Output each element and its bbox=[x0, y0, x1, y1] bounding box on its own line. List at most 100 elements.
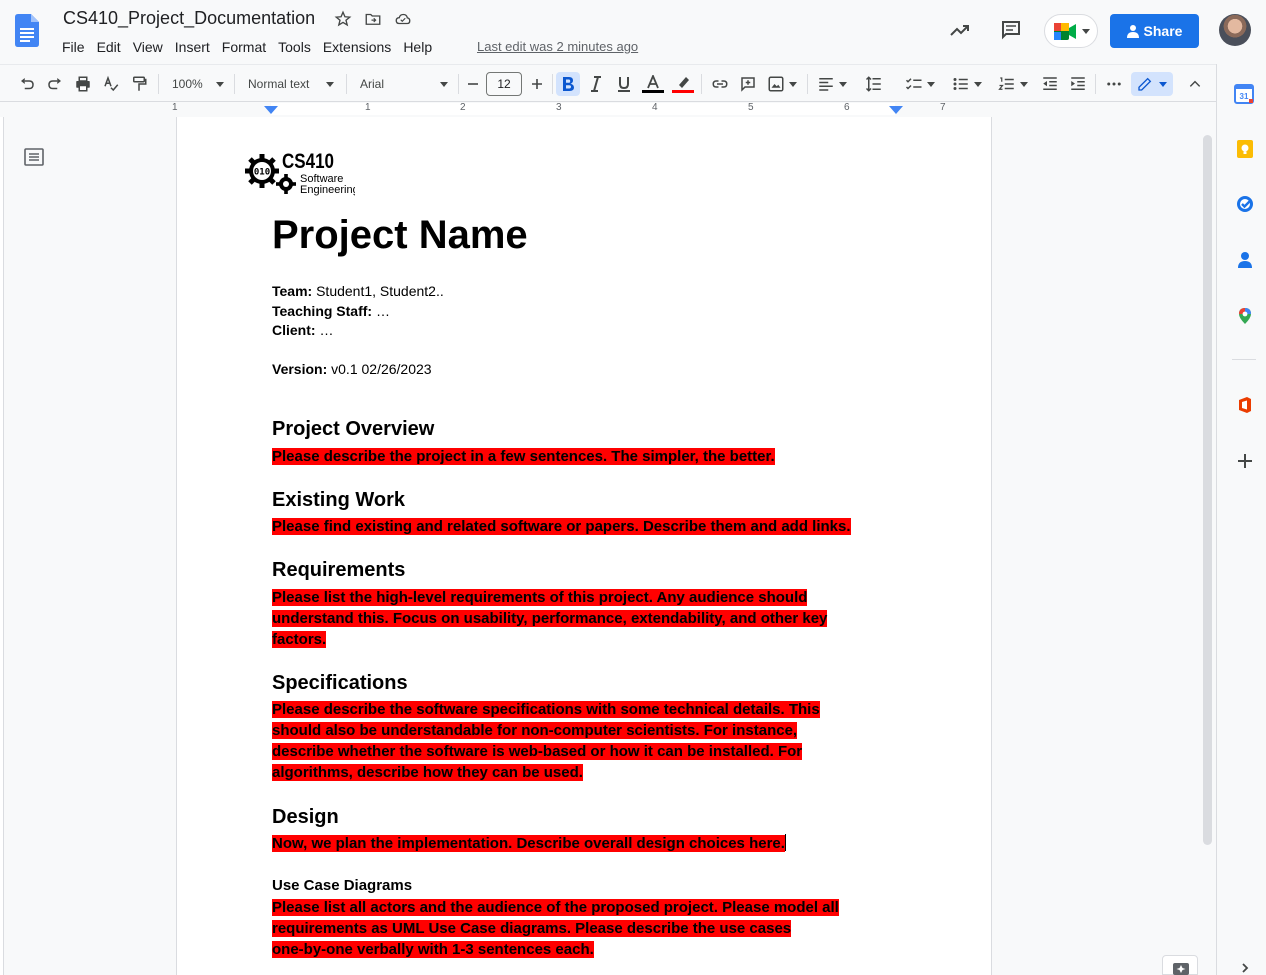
font-size-input[interactable]: 12 bbox=[486, 72, 522, 96]
highlight-color-button[interactable] bbox=[671, 72, 695, 96]
menu-extensions[interactable]: Extensions bbox=[317, 37, 397, 57]
text-color-icon bbox=[647, 75, 659, 89]
last-edit-link[interactable]: Last edit was 2 minutes ago bbox=[477, 39, 638, 54]
keep-icon[interactable] bbox=[1236, 140, 1254, 158]
vertical-ruler bbox=[0, 117, 4, 975]
explore-button[interactable] bbox=[1162, 955, 1198, 975]
checklist-button[interactable] bbox=[901, 72, 939, 96]
cs410-logo: 010 CS410 Software Engineering bbox=[245, 146, 359, 203]
menu-edit[interactable]: Edit bbox=[91, 37, 127, 57]
increase-indent-icon[interactable] bbox=[1067, 72, 1089, 96]
right-indent-marker-icon[interactable] bbox=[889, 106, 903, 116]
office-addon-icon[interactable] bbox=[1236, 396, 1254, 414]
bold-button[interactable] bbox=[556, 72, 580, 96]
left-indent-marker-icon[interactable] bbox=[264, 106, 278, 116]
bulleted-list-button[interactable] bbox=[948, 72, 986, 96]
menu-file[interactable]: File bbox=[56, 37, 91, 57]
comments-icon[interactable] bbox=[999, 18, 1023, 42]
star-icon[interactable] bbox=[334, 10, 352, 28]
use-case-heading: Use Case Diagrams bbox=[272, 877, 413, 894]
team-label: Team: bbox=[272, 283, 313, 299]
design-heading: Design bbox=[272, 806, 339, 828]
requirements-heading: Requirements bbox=[272, 559, 406, 581]
plus-icon bbox=[532, 79, 542, 89]
paint-format-icon[interactable] bbox=[128, 72, 150, 96]
gear-icon: 010 CS410 Software Engineering bbox=[245, 150, 359, 196]
svg-text:010: 010 bbox=[254, 168, 270, 178]
align-button[interactable] bbox=[815, 72, 849, 96]
ruler-label: 3 bbox=[556, 102, 562, 113]
collapse-menus-icon[interactable] bbox=[1184, 72, 1206, 96]
meet-button[interactable] bbox=[1044, 14, 1098, 48]
undo-icon[interactable] bbox=[16, 72, 38, 96]
chevron-down-icon bbox=[974, 81, 982, 87]
style-select[interactable]: Normal text bbox=[242, 72, 340, 96]
chevron-right-icon[interactable] bbox=[1239, 962, 1251, 974]
print-icon[interactable] bbox=[72, 72, 94, 96]
spellcheck-icon[interactable] bbox=[100, 72, 122, 96]
chevron-down-icon bbox=[839, 81, 847, 87]
move-folder-icon[interactable] bbox=[364, 10, 382, 28]
underline-icon bbox=[618, 77, 630, 92]
ruler-label: 6 bbox=[844, 102, 850, 113]
account-avatar[interactable] bbox=[1219, 14, 1251, 46]
redo-icon[interactable] bbox=[44, 72, 66, 96]
team-line: Team: Student1, Student2.. bbox=[272, 283, 444, 299]
scrollbar-thumb[interactable] bbox=[1203, 135, 1212, 845]
numbered-list-button[interactable] bbox=[994, 72, 1032, 96]
explore-icon bbox=[1173, 963, 1189, 975]
minus-icon bbox=[468, 83, 478, 85]
insert-link-icon[interactable] bbox=[709, 72, 731, 96]
logo-title: CS410 bbox=[282, 150, 334, 173]
title-bar: CS410_Project_Documentation File Edit Vi… bbox=[0, 0, 1266, 64]
staff-line: Teaching Staff: … bbox=[272, 303, 390, 319]
menu-format[interactable]: Format bbox=[216, 37, 272, 57]
decrease-font-size-button[interactable] bbox=[462, 72, 484, 96]
image-icon bbox=[768, 76, 784, 92]
docs-logo-icon[interactable] bbox=[15, 14, 39, 47]
decrease-indent-icon[interactable] bbox=[1039, 72, 1061, 96]
staff-value: … bbox=[372, 303, 390, 319]
existing-text: Please find existing and related softwar… bbox=[272, 518, 851, 535]
zoom-select[interactable]: 100% bbox=[166, 72, 230, 96]
contacts-icon[interactable] bbox=[1236, 251, 1254, 269]
menu-insert[interactable]: Insert bbox=[169, 37, 216, 57]
checklist-icon bbox=[905, 78, 922, 90]
ruler-label: 5 bbox=[748, 102, 754, 113]
text-color-button[interactable] bbox=[641, 72, 665, 96]
menu-view[interactable]: View bbox=[127, 37, 169, 57]
share-button[interactable]: Share bbox=[1110, 14, 1199, 48]
ruler-label: 1 bbox=[365, 102, 371, 113]
cloud-saved-icon[interactable] bbox=[394, 10, 412, 28]
version-line: Version: v0.1 02/26/2023 bbox=[272, 361, 432, 377]
chevron-down-icon bbox=[326, 81, 334, 87]
italic-icon bbox=[591, 76, 601, 92]
calendar-icon[interactable]: 31 bbox=[1234, 84, 1254, 104]
editing-mode-button[interactable] bbox=[1131, 72, 1173, 96]
design-text[interactable]: Now, we plan the implementation. Describ… bbox=[272, 833, 786, 854]
activity-trend-icon[interactable] bbox=[948, 18, 972, 42]
more-options-icon[interactable] bbox=[1103, 72, 1125, 96]
client-value: … bbox=[315, 322, 334, 338]
chevron-down-icon bbox=[1082, 29, 1090, 34]
align-left-icon bbox=[819, 78, 833, 91]
add-comment-icon[interactable] bbox=[737, 72, 759, 96]
version-label: Version: bbox=[272, 361, 328, 377]
line-spacing-icon[interactable] bbox=[862, 72, 886, 96]
formatting-toolbar: 100% Normal text Arial 12 bbox=[0, 64, 1216, 102]
italic-button[interactable] bbox=[585, 72, 607, 96]
chevron-down-icon bbox=[440, 81, 448, 87]
document-title[interactable]: CS410_Project_Documentation bbox=[63, 8, 315, 29]
menu-help[interactable]: Help bbox=[397, 37, 438, 57]
document-outline-icon[interactable] bbox=[24, 148, 44, 166]
side-panel-divider bbox=[1232, 359, 1256, 360]
tasks-icon[interactable] bbox=[1236, 195, 1254, 213]
insert-image-button[interactable] bbox=[765, 72, 799, 96]
maps-icon[interactable] bbox=[1236, 307, 1254, 325]
get-addons-plus-icon[interactable] bbox=[1236, 452, 1254, 470]
font-select[interactable]: Arial bbox=[354, 72, 454, 96]
increase-font-size-button[interactable] bbox=[526, 72, 548, 96]
ruler-label: 2 bbox=[460, 102, 466, 113]
menu-tools[interactable]: Tools bbox=[272, 37, 317, 57]
underline-button[interactable] bbox=[613, 72, 635, 96]
